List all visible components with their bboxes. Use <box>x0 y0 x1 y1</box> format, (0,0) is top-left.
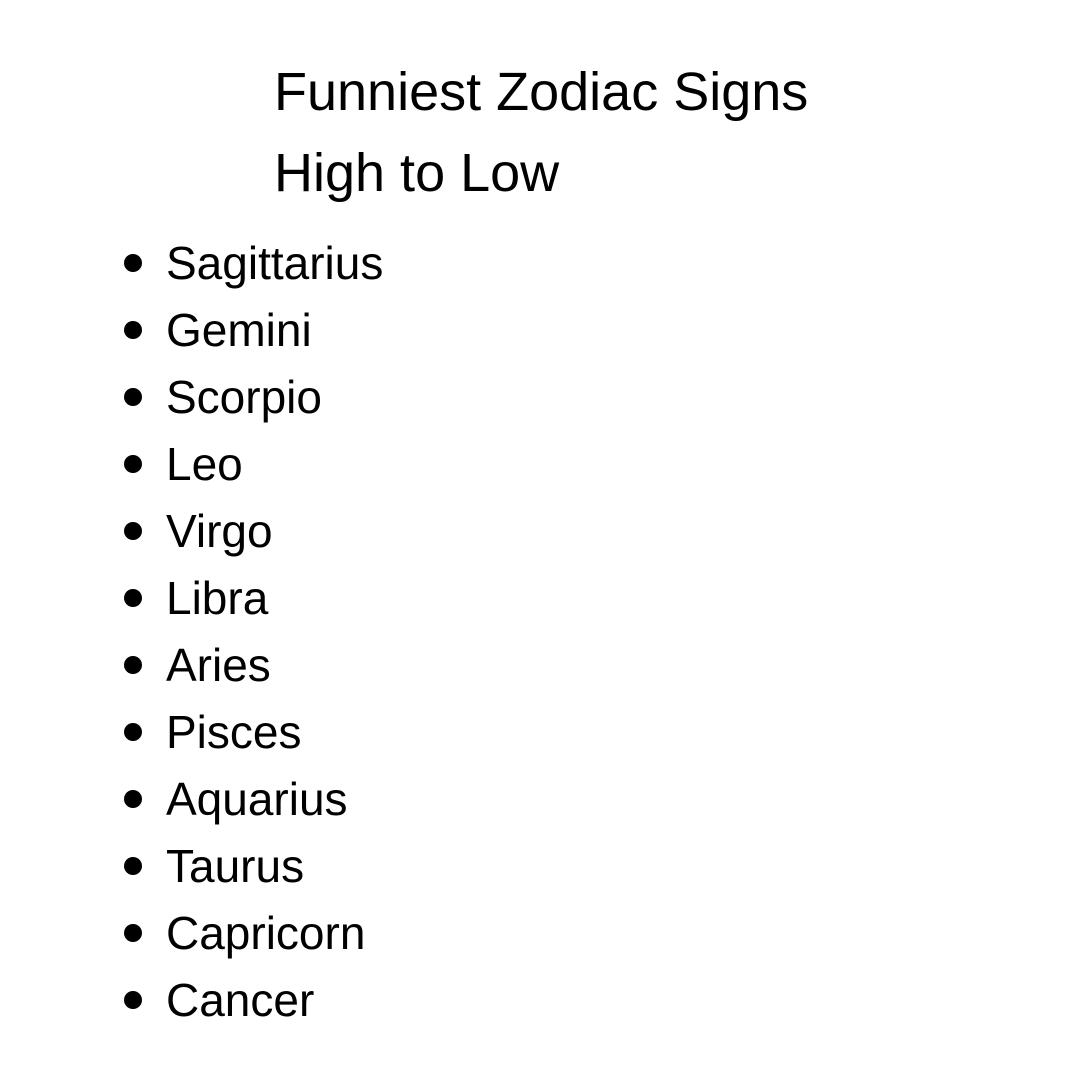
list-item: Aquarius <box>0 766 1080 833</box>
page-subtitle: High to Low <box>274 143 560 203</box>
bullet-icon <box>124 455 142 473</box>
list-item-label: Aquarius <box>166 773 348 825</box>
list-item: Capricorn <box>0 900 1080 967</box>
list-item: Sagittarius <box>0 230 1080 297</box>
bullet-icon <box>124 857 142 875</box>
list-item: Libra <box>0 565 1080 632</box>
bullet-icon <box>124 589 142 607</box>
list-item: Scorpio <box>0 364 1080 431</box>
bullet-icon <box>124 924 142 942</box>
bullet-icon <box>124 522 142 540</box>
list-item: Virgo <box>0 498 1080 565</box>
bullet-icon <box>124 656 142 674</box>
list-item-label: Taurus <box>166 840 305 892</box>
list-item: Aries <box>0 632 1080 699</box>
list-item: Taurus <box>0 833 1080 900</box>
list-item-label: Cancer <box>166 974 315 1026</box>
list-item-label: Capricorn <box>166 907 366 959</box>
bullet-icon <box>124 790 142 808</box>
zodiac-ranking-list: Sagittarius Gemini Scorpio Leo Virgo Lib… <box>0 230 1080 1034</box>
list-item: Pisces <box>0 699 1080 766</box>
list-item: Leo <box>0 431 1080 498</box>
list-item-label: Libra <box>166 572 269 624</box>
list-item-label: Leo <box>166 438 243 490</box>
list-item-label: Gemini <box>166 304 312 356</box>
list-item-label: Scorpio <box>166 371 322 423</box>
list-item-label: Virgo <box>166 505 273 557</box>
list-item: Gemini <box>0 297 1080 364</box>
bullet-icon <box>124 321 142 339</box>
list-item-label: Pisces <box>166 706 302 758</box>
list-item-label: Sagittarius <box>166 237 384 289</box>
bullet-icon <box>124 254 142 272</box>
list-item-label: Aries <box>166 639 271 691</box>
page-title: Funniest Zodiac Signs <box>274 62 809 122</box>
list-item: Cancer <box>0 967 1080 1034</box>
bullet-icon <box>124 723 142 741</box>
bullet-icon <box>124 991 142 1009</box>
bullet-icon <box>124 388 142 406</box>
